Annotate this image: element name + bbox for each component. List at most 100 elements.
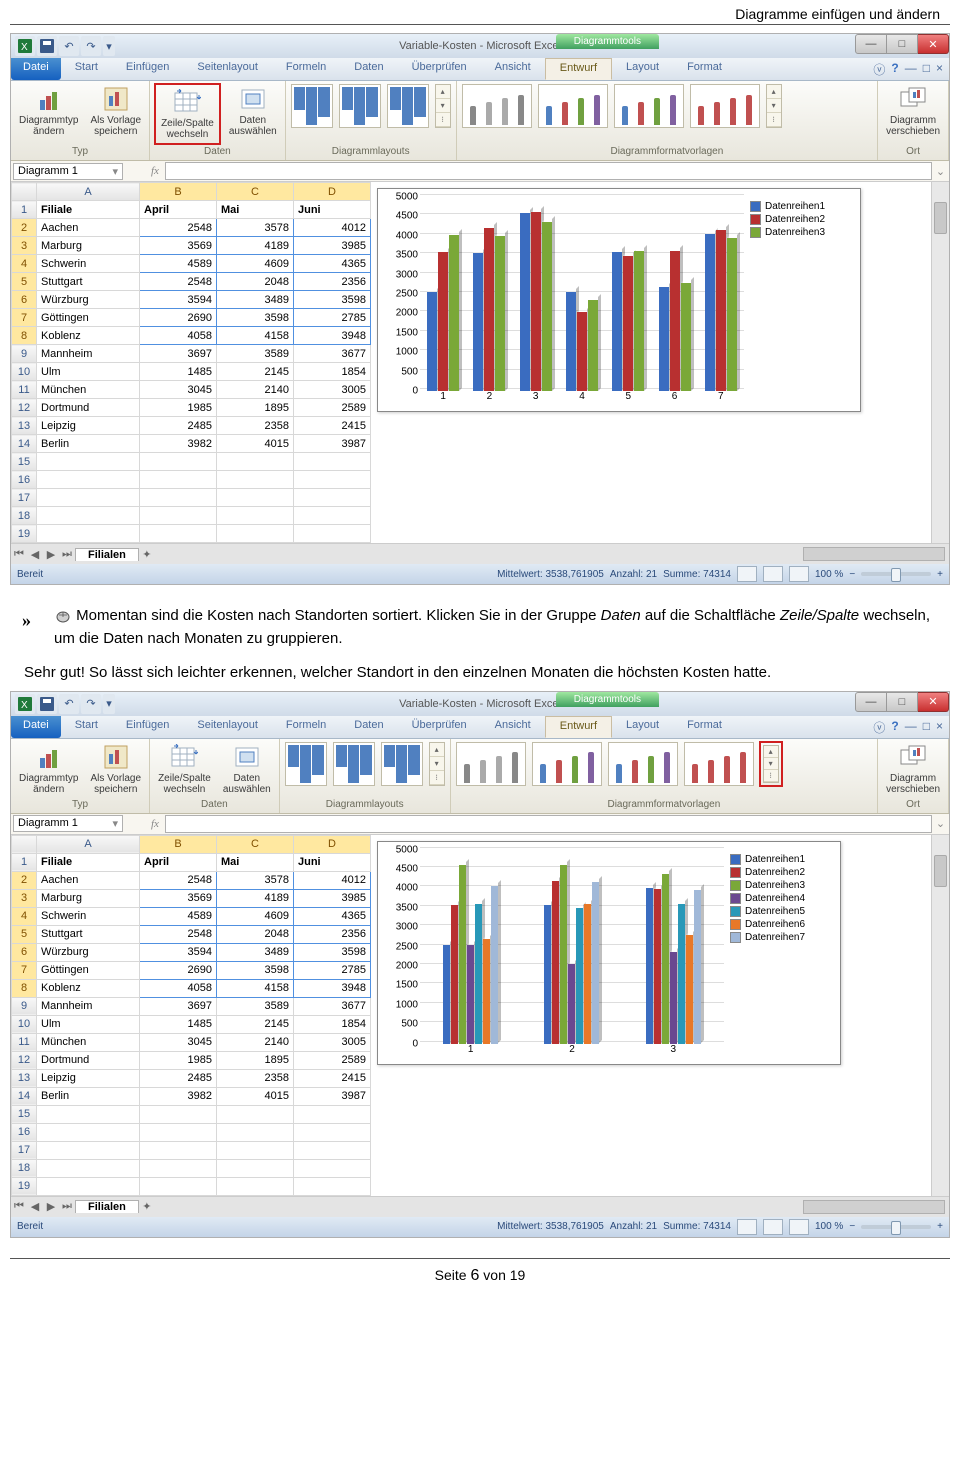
data-cell[interactable]: 2140 xyxy=(217,1033,294,1051)
embedded-chart[interactable]: 0500100015002000250030003500400045005000… xyxy=(377,188,861,412)
doc-close-icon[interactable]: × xyxy=(936,719,943,736)
sheet-nav-last-icon[interactable]: ⏭ xyxy=(59,548,75,561)
data-cell[interactable]: 4012 xyxy=(294,219,371,237)
data-cell[interactable]: 3598 xyxy=(217,309,294,327)
sheet-nav-first-icon[interactable]: ⏮ xyxy=(11,548,27,561)
switch-row-column-button[interactable]: Zeile/Spaltewechseln xyxy=(154,741,215,797)
data-cell[interactable]: 1985 xyxy=(140,1051,217,1069)
data-cell[interactable]: 3948 xyxy=(294,979,371,997)
chart-style-option[interactable] xyxy=(532,742,602,786)
data-cell[interactable]: 3569 xyxy=(140,237,217,255)
help-icon[interactable]: ? xyxy=(891,61,898,78)
data-cell[interactable]: Marburg xyxy=(37,889,140,907)
data-cell[interactable]: 1895 xyxy=(217,1051,294,1069)
fx-icon[interactable]: fx xyxy=(145,165,165,177)
data-cell[interactable]: 3948 xyxy=(294,327,371,345)
data-cell[interactable]: 4015 xyxy=(217,1087,294,1105)
name-box[interactable]: Diagramm 1 ▾ xyxy=(13,163,123,180)
select-data-button[interactable]: Datenauswählen xyxy=(225,83,281,145)
data-cell[interactable]: 3697 xyxy=(140,345,217,363)
data-cell[interactable]: 2485 xyxy=(140,1069,217,1087)
data-cell[interactable]: 2785 xyxy=(294,961,371,979)
switch-row-column-button[interactable]: Zeile/Spaltewechseln xyxy=(157,86,218,142)
column-header-cell[interactable]: Juni xyxy=(294,201,371,219)
data-cell[interactable]: 3982 xyxy=(140,1087,217,1105)
data-cell[interactable]: 2548 xyxy=(140,273,217,291)
sheet-tab-filialen[interactable]: Filialen xyxy=(75,548,139,561)
data-cell[interactable]: 4609 xyxy=(217,907,294,925)
tab-review[interactable]: Überprüfen xyxy=(398,58,481,80)
tab-page-layout[interactable]: Seitenlayout xyxy=(183,716,272,738)
column-header-cell[interactable]: Juni xyxy=(294,853,371,871)
data-cell[interactable]: 3578 xyxy=(217,871,294,889)
data-cell[interactable]: 3569 xyxy=(140,889,217,907)
column-header-cell[interactable]: Mai xyxy=(217,853,294,871)
data-cell[interactable]: 2548 xyxy=(140,925,217,943)
data-cell[interactable]: 3005 xyxy=(294,381,371,399)
data-cell[interactable]: 2690 xyxy=(140,309,217,327)
data-cell[interactable]: 3005 xyxy=(294,1033,371,1051)
redo-icon[interactable]: ↷ xyxy=(81,694,101,714)
data-cell[interactable]: Leipzig xyxy=(37,1069,140,1087)
excel-logo-icon[interactable]: X xyxy=(15,694,35,714)
tab-page-layout[interactable]: Seitenlayout xyxy=(183,58,272,80)
chart-style-option[interactable] xyxy=(456,742,526,786)
data-cell[interactable]: 4012 xyxy=(294,871,371,889)
sheet-tab-filialen[interactable]: Filialen xyxy=(75,1200,139,1213)
data-cell[interactable]: 4365 xyxy=(294,255,371,273)
qat-more-icon[interactable]: ▾ xyxy=(103,36,115,56)
data-cell[interactable]: 4158 xyxy=(217,979,294,997)
save-icon[interactable] xyxy=(37,36,57,56)
data-cell[interactable]: Göttingen xyxy=(37,309,140,327)
help-icon[interactable]: ? xyxy=(891,719,898,736)
vertical-scrollbar[interactable] xyxy=(931,835,949,1196)
data-cell[interactable]: Dortmund xyxy=(37,1051,140,1069)
save-template-button[interactable]: Als Vorlagespeichern xyxy=(86,741,145,797)
data-cell[interactable]: Würzburg xyxy=(37,291,140,309)
tab-start[interactable]: Start xyxy=(61,58,112,80)
data-cell[interactable]: 3677 xyxy=(294,345,371,363)
zoom-level[interactable]: 100 % xyxy=(815,569,843,580)
zoom-out-icon[interactable]: − xyxy=(849,1221,855,1232)
column-header-cell[interactable]: April xyxy=(140,201,217,219)
doc-restore-icon[interactable]: □ xyxy=(923,61,930,78)
tab-insert[interactable]: Einfügen xyxy=(112,58,183,80)
data-cell[interactable]: 3982 xyxy=(140,435,217,453)
data-cell[interactable]: 4609 xyxy=(217,255,294,273)
column-header-cell[interactable]: Mai xyxy=(217,201,294,219)
data-cell[interactable]: Stuttgart xyxy=(37,925,140,943)
data-cell[interactable]: Schwerin xyxy=(37,255,140,273)
tab-view[interactable]: Ansicht xyxy=(481,58,545,80)
maximize-button[interactable]: □ xyxy=(887,34,918,54)
data-cell[interactable]: 2690 xyxy=(140,961,217,979)
horizontal-scrollbar[interactable] xyxy=(803,547,945,561)
data-cell[interactable]: 4589 xyxy=(140,255,217,273)
data-cell[interactable]: 3677 xyxy=(294,997,371,1015)
styles-more-icon[interactable]: ▴▾⁝ xyxy=(763,745,779,783)
data-cell[interactable]: 2356 xyxy=(294,925,371,943)
ribbon-minimize-icon[interactable]: ⓥ xyxy=(873,719,885,736)
data-cell[interactable]: 4158 xyxy=(217,327,294,345)
data-cell[interactable]: München xyxy=(37,381,140,399)
data-cell[interactable]: Leipzig xyxy=(37,417,140,435)
data-cell[interactable]: 2415 xyxy=(294,1069,371,1087)
data-cell[interactable]: 3045 xyxy=(140,1033,217,1051)
data-cell[interactable]: 2356 xyxy=(294,273,371,291)
formula-bar[interactable] xyxy=(165,162,932,180)
doc-restore-icon[interactable]: □ xyxy=(923,719,930,736)
tab-chart-layout[interactable]: Layout xyxy=(612,58,673,80)
zoom-in-icon[interactable]: + xyxy=(937,1221,943,1232)
name-box[interactable]: Diagramm 1 ▾ xyxy=(13,815,123,832)
data-cell[interactable]: 3598 xyxy=(294,291,371,309)
layouts-more-icon[interactable]: ▴▾⁝ xyxy=(429,742,445,786)
view-normal-icon[interactable] xyxy=(737,1219,757,1235)
styles-more-icon[interactable]: ▴▾⁝ xyxy=(766,84,782,128)
sheet-nav-prev-icon[interactable]: ◀ xyxy=(27,548,43,561)
data-cell[interactable]: 2548 xyxy=(140,871,217,889)
view-page-layout-icon[interactable] xyxy=(763,1219,783,1235)
tab-design[interactable]: Entwurf xyxy=(545,716,612,738)
zoom-out-icon[interactable]: − xyxy=(849,569,855,580)
sheet-nav-last-icon[interactable]: ⏭ xyxy=(59,1200,75,1213)
minimize-button[interactable]: — xyxy=(855,692,887,712)
data-cell[interactable]: 3578 xyxy=(217,219,294,237)
